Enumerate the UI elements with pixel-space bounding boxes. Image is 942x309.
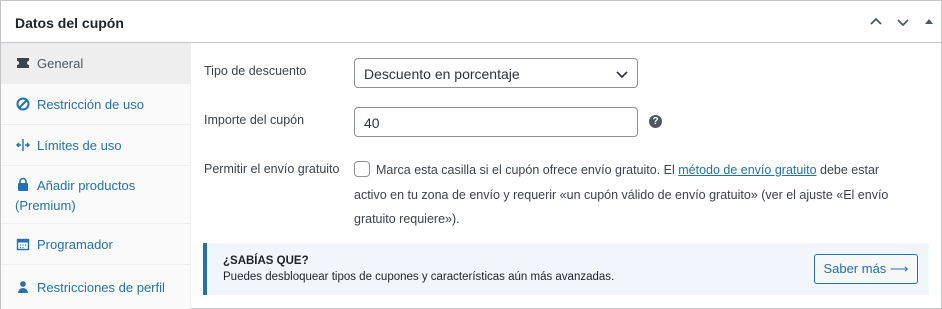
tab-scheduler[interactable]: Programador [1,224,190,265]
did-you-know-notice: ¿SABÍAS QUE? Puedes desbloquear tipos de… [203,243,929,295]
chevron-down-icon[interactable] [894,13,912,31]
tab-usage-limits[interactable]: Límites de uso [1,125,190,166]
tab-label: Restricciones de perfil [37,280,165,295]
tab-label: Añadir productos [37,178,136,193]
discount-type-select[interactable]: Descuento en porcentaje [354,58,638,88]
free-shipping-label: Permitir el envío gratuito [204,162,340,176]
description-text: Marca esta casilla si el cupón ofrece en… [376,163,679,177]
tab-usage-restriction[interactable]: Restricción de uso [1,84,190,125]
coupon-amount-input[interactable]: 40 [354,107,638,137]
ticket-icon [15,55,31,71]
coupon-data-panel: Datos del cupón General Restricción de u… [0,0,942,309]
tab-add-products[interactable]: Añadir productos (Premium) [1,166,190,224]
prohibited-icon [15,96,31,112]
coupon-amount-label: Importe del cupón [204,113,305,127]
user-icon [15,279,31,295]
learn-more-button[interactable]: Saber más ⟶ [814,254,918,284]
chevron-down-icon [615,68,629,84]
triangle-up-icon[interactable] [920,13,938,31]
tab-label-premium: (Premium) [15,198,76,213]
notice-text: Puedes desbloquear tipos de cupones y ca… [223,271,615,283]
coupon-tabs-sidebar: General Restricción de uso Límites de us… [1,43,191,309]
arrows-split-icon [15,137,31,153]
discount-type-value: Descuento en porcentaje [364,66,520,82]
tab-general[interactable]: General [1,43,190,84]
chevron-up-icon[interactable] [867,13,885,31]
panel-header: Datos del cupón [1,1,941,43]
tab-label: Límites de uso [37,138,122,153]
panel-title: Datos del cupón [15,15,124,31]
tab-profile-restrictions[interactable]: Restricciones de perfil [1,265,190,309]
tab-label: Programador [37,237,113,252]
coupon-amount-value: 40 [364,115,380,131]
discount-type-label: Tipo de descuento [204,64,307,78]
free-shipping-method-link[interactable]: método de envío gratuito [678,163,816,177]
notice-title: ¿SABÍAS QUE? [223,255,309,267]
help-icon[interactable]: ? [649,115,662,128]
tab-label: General [37,56,84,71]
calendar-icon [15,236,31,252]
bag-icon [15,177,31,193]
free-shipping-description: Marca esta casilla si el cupón ofrece en… [354,158,914,232]
tab-label: Restricción de uso [37,97,144,112]
